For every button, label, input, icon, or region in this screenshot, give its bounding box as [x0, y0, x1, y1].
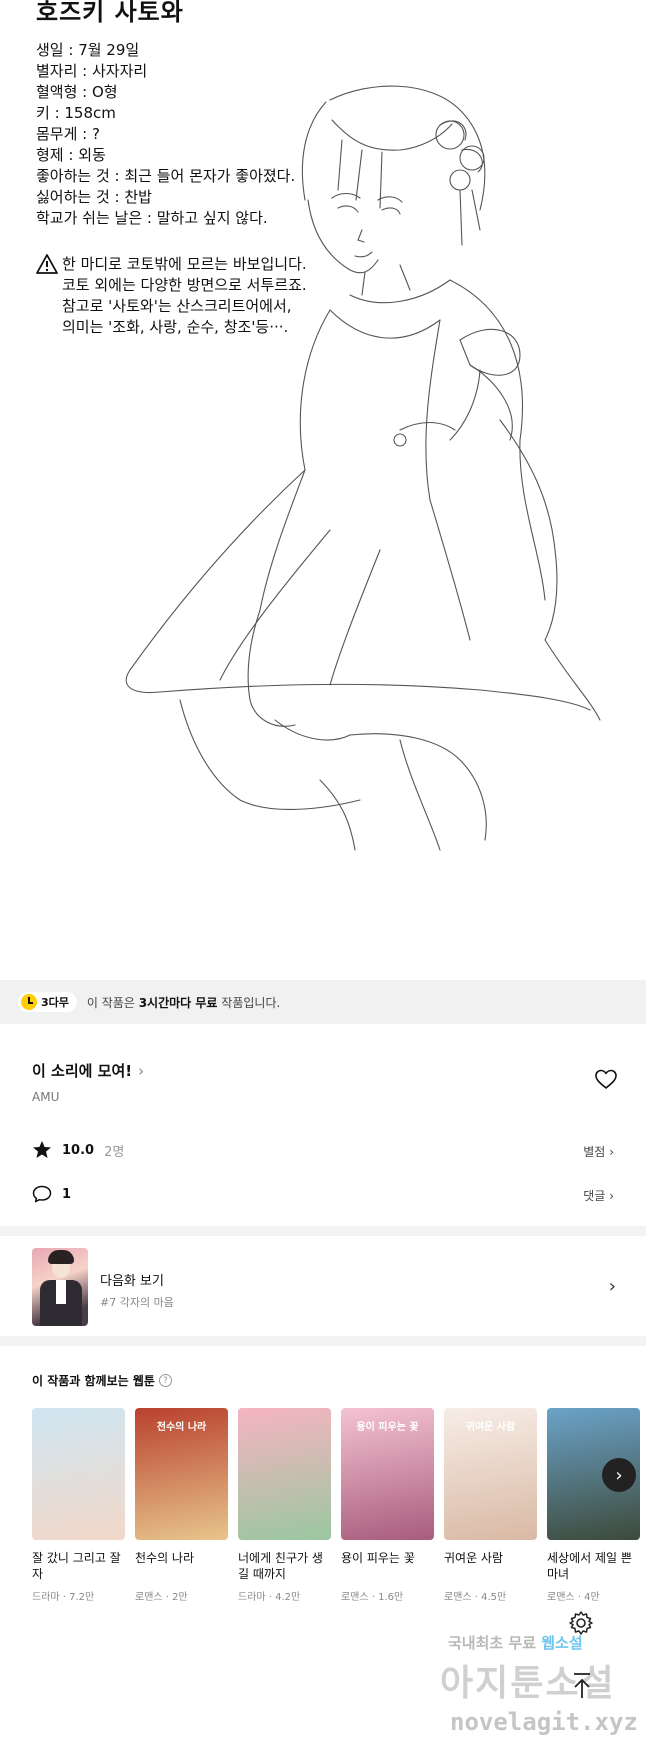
chevron-right-icon: › [615, 1464, 623, 1486]
profile-line: 별자리 : 사자자리 [36, 62, 148, 80]
free-info-banner: 3다무 이 작품은 3시간마다 무료 작품입니다. [0, 980, 646, 1024]
chevron-right-icon: › [608, 1276, 616, 1297]
recommendation-title: 귀여운 사람 [444, 1551, 504, 1565]
recommendation-meta: 로맨스 · 4.5만 [444, 1592, 507, 1603]
section-divider [0, 1226, 646, 1236]
recommendation-meta: 로맨스 · 1.6만 [341, 1592, 404, 1603]
recommendation-title: 천수의 나라 [135, 1551, 195, 1565]
recommendation-meta: 로맨스 · 4만 [547, 1592, 600, 1603]
work-title: 이 소리에 모여! [32, 1062, 133, 1080]
recommendations-section: 이 작품과 함께보는 웹툰 ? 잘 갔니 그리고 잘 자 드라마 · 7.2만 천수… [0, 1346, 646, 1636]
recommendation-cover: 용이 피우는 꽃 [341, 1408, 434, 1540]
watermark-tagline-b: 웹소설 [541, 1634, 583, 1652]
recommendation-title: 세상에서 제일 쁜 마녀 [547, 1551, 632, 1581]
comment-icon [32, 1185, 52, 1203]
recommendation-title: 너에게 친구가 생길 때까지 [238, 1551, 323, 1581]
chevron-right-icon: › [138, 1061, 145, 1080]
work-info: 이 소리에 모여! › AMU 10.0 2명 별점 › 1 댓글 › [0, 1024, 646, 1226]
character-name: 호즈키 사토와 [36, 0, 184, 26]
arrow-up-icon[interactable] [570, 1672, 594, 1700]
work-title-link[interactable]: 이 소리에 모여! › [32, 1060, 144, 1081]
recommendation-card[interactable]: 용이 피우는 꽃 용이 피우는 꽃 로맨스 · 1.6만 [341, 1408, 434, 1603]
rating-summary: 10.0 2명 [32, 1140, 124, 1160]
free-info-text-bold: 3시간마다 무료 [138, 995, 218, 1010]
chevron-right-icon: › [609, 1189, 614, 1203]
help-icon[interactable]: ? [158, 1374, 172, 1387]
next-episode-thumbnail [32, 1248, 88, 1326]
recommendation-cover-text: 천수의 나라 [156, 1422, 207, 1433]
comic-panel: 호즈키 사토와 생일 : 7월 29일 별자리 : 사자자리 혈액형 : O형 … [0, 0, 646, 980]
recommendation-meta: 로맨스 · 2만 [135, 1592, 188, 1603]
free-info-text-after: 작품입니다. [217, 995, 281, 1010]
recommendations-heading: 이 작품과 함께보는 웹툰 ? [32, 1372, 172, 1389]
heart-icon[interactable] [594, 1068, 618, 1092]
rating-score: 10.0 [62, 1142, 95, 1158]
site-watermark: 국내최초 무료 웹소설 아지툰소설 novelagit.xyz [440, 1630, 646, 1750]
recommendations-heading-text: 이 작품과 함께보는 웹툰 [32, 1374, 155, 1388]
rate-button[interactable]: 별점 › [583, 1143, 614, 1160]
recommendation-cover-text: 귀여운 사람 [465, 1422, 516, 1433]
free-info-text: 이 작품은 3시간마다 무료 작품입니다. [87, 994, 280, 1011]
section-divider [0, 1336, 646, 1346]
profile-line: 생일 : 7월 29일 [36, 41, 140, 59]
comments-button[interactable]: 댓글 › [583, 1187, 614, 1204]
author-name: AMU [32, 1090, 60, 1104]
rate-button-label: 별점 [583, 1145, 606, 1159]
carousel-next-button[interactable]: › [602, 1458, 636, 1492]
comment-count: 1 [62, 1186, 72, 1202]
clock-icon [21, 994, 37, 1010]
comments-button-label: 댓글 [583, 1189, 606, 1203]
chevron-right-icon: › [609, 1145, 614, 1159]
rating-count: 2명 [104, 1144, 125, 1160]
recommendation-cover: 천수의 나라 [135, 1408, 228, 1540]
recommendation-card[interactable]: 잘 갔니 그리고 잘 자드라마 · 7.2만 [32, 1408, 125, 1603]
recommendation-card[interactable]: 너에게 친구가 생길 때까지드라마 · 4.2만 [238, 1408, 331, 1603]
recommendation-card[interactable]: 천수의 나라 천수의 나라 로맨스 · 2만 [135, 1408, 228, 1603]
recommendation-meta: 드라마 · 7.2만 [32, 1592, 95, 1603]
next-episode-label: 다음화 보기 [100, 1274, 164, 1289]
recommendation-cover-text: 용이 피우는 꽃 [356, 1422, 419, 1433]
recommendation-cover [32, 1408, 125, 1540]
gear-icon[interactable] [568, 1610, 594, 1636]
wait-free-badge-label: 3다무 [41, 996, 69, 1009]
comment-summary: 1 [32, 1184, 71, 1204]
recommendations-list: 잘 갔니 그리고 잘 자 드라마 · 7.2만 천수의 나라 천수의 나라 로맨스 · … [32, 1408, 640, 1603]
recommendation-card[interactable]: 세상에서 제일 쁜 마녀로맨스 · 4만 [547, 1408, 640, 1603]
wait-free-badge: 3다무 [18, 992, 77, 1012]
character-sketch [125, 85, 601, 851]
next-episode-subtitle: #7 각자의 마음 [100, 1296, 174, 1309]
recommendation-title: 잘 갔니 그리고 잘 자 [32, 1551, 121, 1581]
star-icon [33, 1141, 51, 1158]
recommendation-title: 용이 피우는 꽃 [341, 1551, 415, 1565]
watermark-url: novelagit.xyz [450, 1708, 638, 1736]
recommendation-cover: 귀여운 사람 [444, 1408, 537, 1540]
recommendation-cover [238, 1408, 331, 1540]
next-episode-button[interactable]: 다음화 보기 #7 각자의 마음 › [0, 1236, 646, 1336]
recommendation-card[interactable]: 귀여운 사람 귀여운 사람 로맨스 · 4.5만 [444, 1408, 537, 1603]
watermark-tagline-a: 국내최초 무료 [448, 1634, 542, 1652]
warning-icon [36, 254, 58, 274]
recommendation-meta: 드라마 · 4.2만 [238, 1592, 301, 1603]
free-info-text-before: 이 작품은 [86, 995, 139, 1010]
